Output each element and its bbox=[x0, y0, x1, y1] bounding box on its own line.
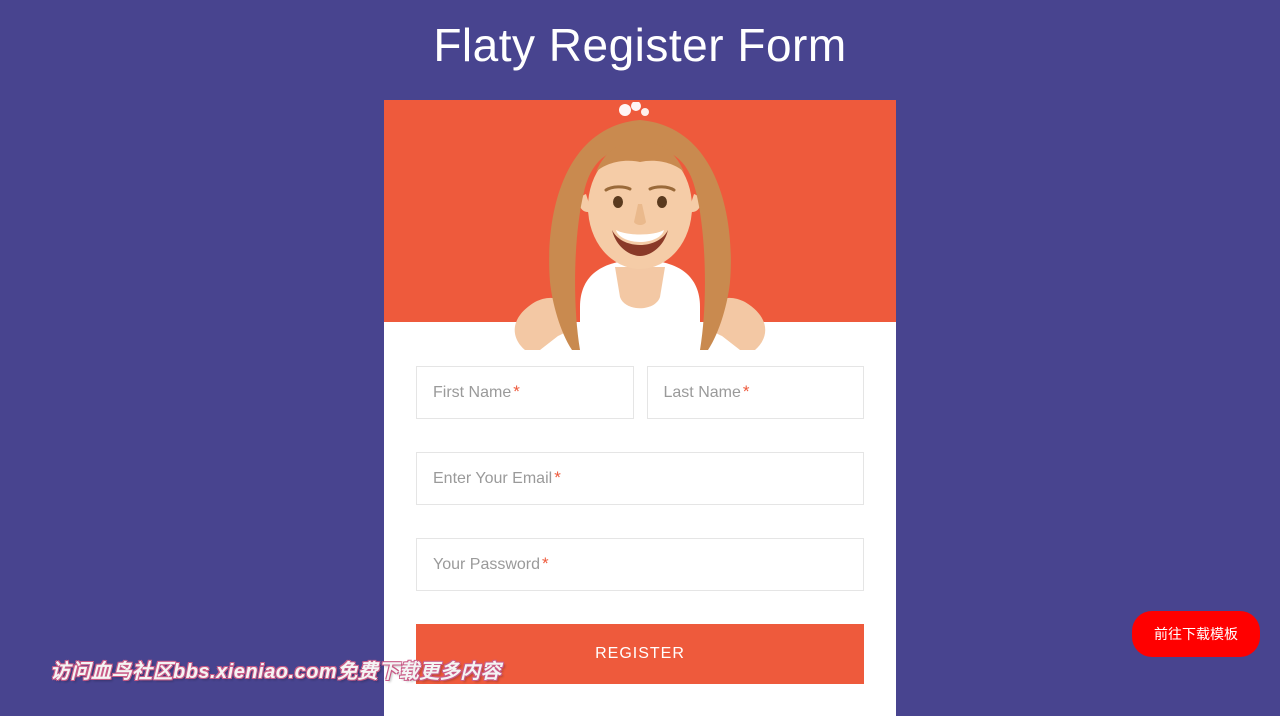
person-illustration bbox=[450, 102, 830, 352]
password-input[interactable] bbox=[416, 538, 864, 591]
watermark-text: 访问血鸟社区bbs.xieniao.com免费下载更多内容 bbox=[50, 655, 501, 684]
register-form-card: First Name* Last Name* Enter Your Email*… bbox=[384, 100, 896, 716]
email-input[interactable] bbox=[416, 452, 864, 505]
download-template-button[interactable]: 前往下载模板 bbox=[1132, 611, 1260, 657]
password-field-wrap: Your Password* bbox=[416, 538, 864, 591]
email-field-wrap: Enter Your Email* bbox=[416, 452, 864, 505]
last-name-input[interactable] bbox=[647, 366, 865, 419]
first-name-input[interactable] bbox=[416, 366, 634, 419]
page-title: Flaty Register Form bbox=[0, 0, 1280, 100]
first-name-field-wrap: First Name* bbox=[416, 366, 634, 419]
last-name-field-wrap: Last Name* bbox=[647, 366, 865, 419]
banner-image bbox=[384, 100, 896, 322]
